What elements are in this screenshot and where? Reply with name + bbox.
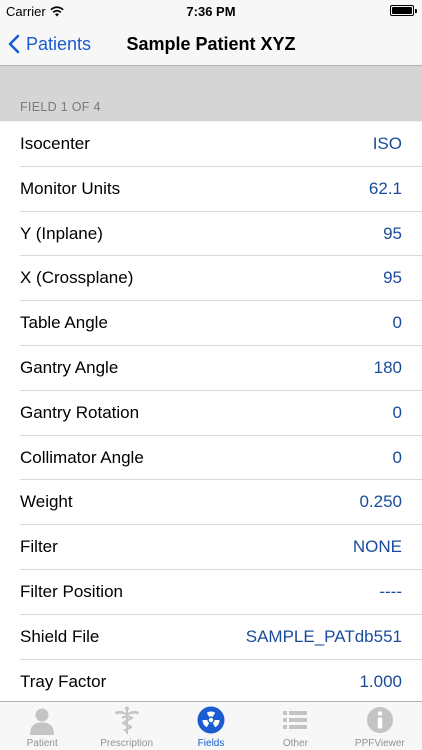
tab-fields[interactable]: Fields (169, 702, 253, 750)
table-row: Shield File SAMPLE_PATdb551 (0, 614, 422, 660)
row-value-weight: 0.250 (359, 492, 402, 512)
tab-label-other: Other (282, 738, 308, 749)
table-row: Monitor Units 62.1 (0, 166, 422, 212)
section-header: FIELD 1 OF 4 (0, 66, 422, 121)
tab-ppfviewer[interactable]: PPFViewer (338, 702, 422, 750)
info-icon (366, 707, 393, 733)
row-label-collimator-angle: Collimator Angle (20, 447, 144, 467)
status-bar: Carrier 7:36 PM (0, 0, 422, 22)
tab-label-patient: Patient (26, 738, 58, 749)
row-value-shield-file: SAMPLE_PATdb551 (245, 626, 402, 646)
row-label-tray-factor: Tray Factor (20, 671, 107, 691)
table-row: Filter NONE (0, 525, 422, 570)
row-value-isocenter: ISO (372, 134, 402, 153)
table-row: Gantry Angle 180 (0, 345, 422, 391)
row-value-tray-factor: 1.000 (359, 671, 402, 691)
table-row: Gantry Rotation 0 (0, 390, 422, 436)
page-title: Sample Patient XYZ (126, 34, 296, 54)
table-row: Filter Position ---- (0, 569, 422, 615)
tab-label-ppfviewer: PPFViewer (354, 738, 405, 749)
field-table: Isocenter ISO Monitor Units 62.1 Y (Inpl… (0, 122, 422, 705)
tab-label-fields: Fields (197, 738, 225, 749)
table-row: Table Angle 0 (0, 301, 422, 346)
row-label-gantry-rotation: Gantry Rotation (20, 402, 140, 422)
row-value-filter: NONE (352, 537, 402, 557)
row-value-filter-position: ---- (379, 581, 402, 601)
table-row: Collimator Angle 0 (0, 435, 422, 481)
status-time: 7:36 PM (186, 4, 236, 19)
row-label-gantry-angle: Gantry Angle (20, 357, 119, 377)
radiation-icon (197, 706, 225, 734)
navigation-bar: Patients Sample Patient XYZ (0, 22, 422, 66)
row-label-table-angle: Table Angle (20, 313, 108, 333)
tab-bar: Patient Prescription Fields Other PPFVie… (0, 701, 422, 750)
table-row: X (Crossplane) 95 (0, 256, 422, 302)
table-row: Weight 0.250 (0, 480, 422, 526)
table-row: Y (Inplane) 95 (0, 211, 422, 257)
caduceus-icon (114, 706, 139, 734)
table-row: Tray Factor 1.000 (0, 659, 422, 705)
battery-icon (390, 5, 417, 16)
row-label-x-crossplane: X (Crossplane) (20, 268, 134, 288)
tab-other[interactable]: Other (253, 702, 337, 750)
row-label-filter-position: Filter Position (20, 581, 123, 601)
row-label-shield-file: Shield File (20, 626, 100, 646)
row-label-y-inplane: Y (Inplane) (20, 223, 103, 243)
row-value-gantry-rotation: 0 (392, 402, 402, 422)
list-icon (283, 711, 308, 729)
tab-label-prescription: Prescription (100, 738, 154, 749)
row-value-y-inplane: 95 (383, 223, 402, 243)
tab-prescription[interactable]: Prescription (84, 702, 168, 750)
tab-patient[interactable]: Patient (0, 702, 84, 750)
row-label-monitor-units: Monitor Units (20, 178, 121, 198)
row-value-x-crossplane: 95 (383, 268, 402, 288)
row-value-gantry-angle: 180 (373, 357, 402, 377)
row-value-table-angle: 0 (392, 313, 402, 333)
row-value-monitor-units: 62.1 (368, 178, 402, 198)
patient-icon (30, 708, 55, 735)
table-row: Isocenter ISO (0, 122, 422, 167)
row-value-collimator-angle: 0 (392, 447, 402, 467)
section-header-label: FIELD 1 OF 4 (20, 100, 101, 114)
row-label-filter: Filter (20, 537, 58, 557)
row-label-weight: Weight (20, 492, 73, 512)
row-label-isocenter: Isocenter (20, 134, 90, 153)
